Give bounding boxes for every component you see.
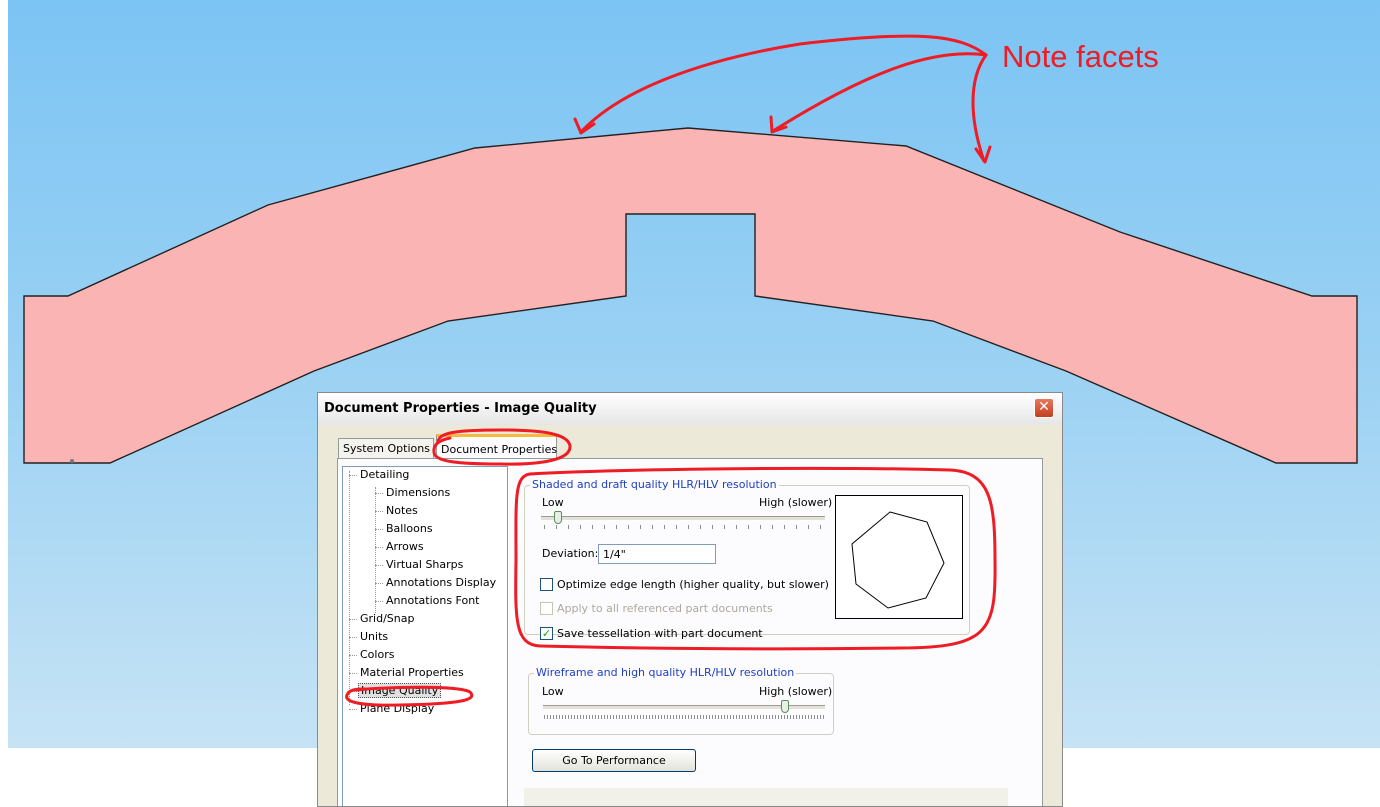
shaded-slider-thumb[interactable] <box>554 511 562 524</box>
tree-item-plane-display[interactable]: Plane Display <box>360 702 434 715</box>
shaded-slider-track[interactable] <box>541 516 825 521</box>
tree-item-colors[interactable]: Colors <box>360 648 394 661</box>
wireframe-high-label: High (slower) <box>759 685 833 698</box>
tree-item-notes[interactable]: Notes <box>386 504 418 517</box>
apply-referenced-label: Apply to all referenced part documents <box>557 602 773 615</box>
tab-document-properties[interactable]: Document Properties <box>436 434 557 459</box>
apply-referenced-checkbox[interactable] <box>540 602 553 615</box>
wireframe-low-label: Low <box>542 685 564 698</box>
shaded-low-label: Low <box>542 496 564 509</box>
tree-item-balloons[interactable]: Balloons <box>386 522 433 535</box>
annotation-label: Note facets <box>1002 39 1159 74</box>
wireframe-slider-thumb[interactable] <box>780 700 789 713</box>
save-tessellation-checkbox[interactable]: ✓ <box>540 627 553 640</box>
panel-bottom-shade <box>524 788 1008 806</box>
save-tessellation-label[interactable]: Save tessellation with part document <box>557 627 763 640</box>
shaded-group-caption: Shaded and draft quality HLR/HLV resolut… <box>530 478 779 491</box>
annotation-arrow-1 <box>579 34 988 134</box>
tab-system-options[interactable]: System Options <box>338 438 434 458</box>
document-properties-dialog: Document Properties - Image Quality ✕ Sy… <box>317 392 1063 807</box>
tree-item-virtual-sharps[interactable]: Virtual Sharps <box>386 558 463 571</box>
tessellation-preview <box>835 495 963 619</box>
tree-item-annotations-font[interactable]: Annotations Font <box>386 594 480 607</box>
deviation-label: Deviation: <box>542 547 599 560</box>
annotation-arrow-2 <box>771 52 988 133</box>
vertex-point <box>70 459 74 463</box>
go-to-performance-button[interactable]: Go To Performance <box>532 749 696 772</box>
optimize-edge-label[interactable]: Optimize edge length (higher quality, bu… <box>557 578 829 591</box>
property-tree[interactable]: Detailing Dimensions Notes Balloons Arro… <box>342 466 508 806</box>
annotation-arrow-3 <box>971 53 988 163</box>
tree-item-image-quality[interactable]: Image Quality <box>358 683 442 698</box>
tree-item-detailing[interactable]: Detailing <box>360 468 409 481</box>
tree-item-units[interactable]: Units <box>360 630 388 643</box>
tree-item-dimensions[interactable]: Dimensions <box>386 486 450 499</box>
dialog-titlebar[interactable]: Document Properties - Image Quality ✕ <box>318 393 1062 425</box>
tree-item-arrows[interactable]: Arrows <box>386 540 424 553</box>
tree-item-material-properties[interactable]: Material Properties <box>360 666 464 679</box>
tree-item-annotations-display[interactable]: Annotations Display <box>386 576 496 589</box>
close-icon[interactable]: ✕ <box>1034 398 1054 418</box>
shaded-slider-ticks <box>544 525 824 529</box>
wireframe-group-caption: Wireframe and high quality HLR/HLV resol… <box>534 666 797 679</box>
deviation-field[interactable]: 1/4" <box>598 544 716 564</box>
tree-item-grid-snap[interactable]: Grid/Snap <box>360 612 414 625</box>
heptagon-preview-icon <box>851 511 945 609</box>
wireframe-slider-ticks <box>544 715 824 719</box>
dialog-title: Document Properties - Image Quality <box>324 401 597 416</box>
shaded-high-label: High (slower) <box>759 496 833 509</box>
optimize-edge-checkbox[interactable] <box>540 578 553 591</box>
